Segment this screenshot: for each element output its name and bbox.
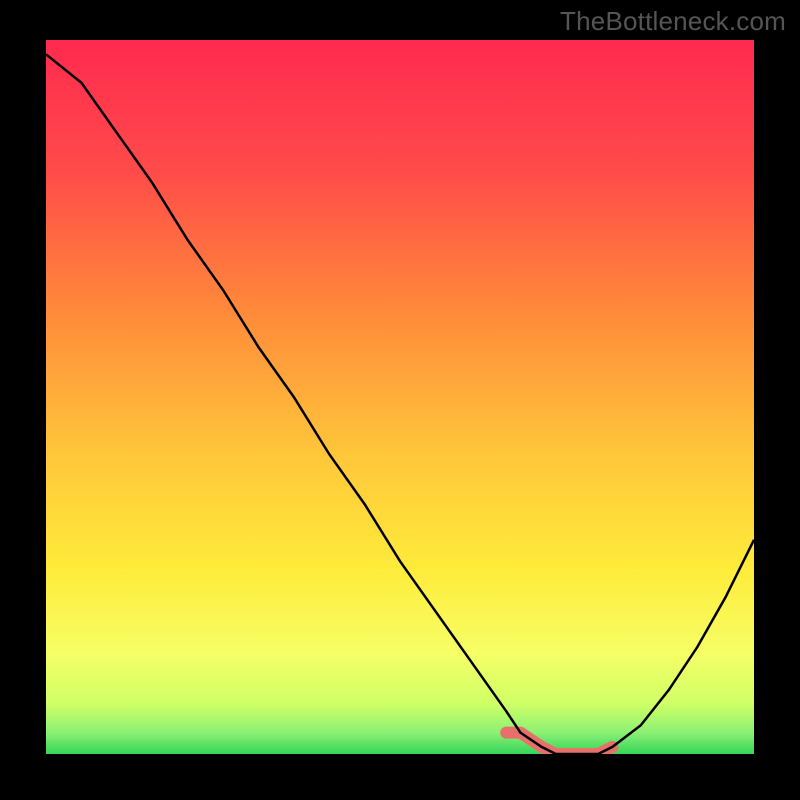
- plot-area: [46, 40, 754, 754]
- watermark-text: TheBottleneck.com: [560, 6, 786, 37]
- chart-frame: TheBottleneck.com: [0, 0, 800, 800]
- gradient-background: [46, 40, 754, 754]
- chart-svg: [46, 40, 754, 754]
